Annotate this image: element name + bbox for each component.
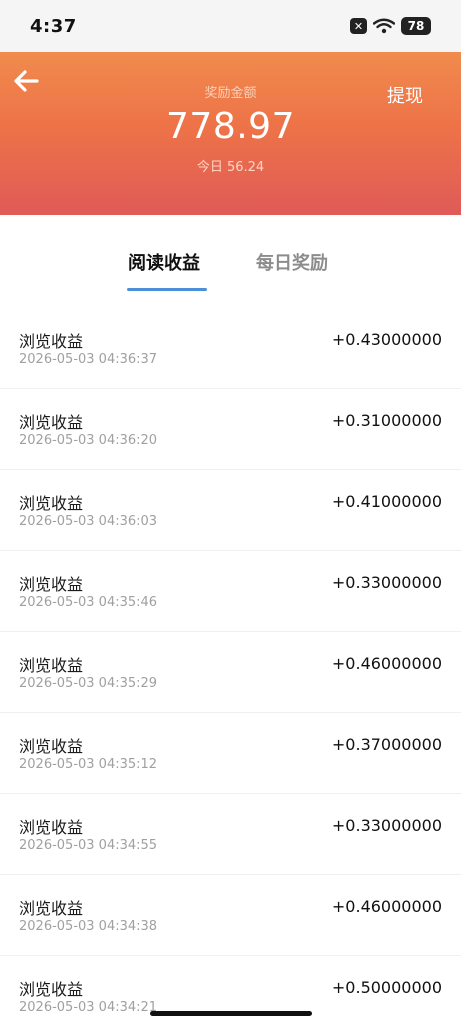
record-time: 2026-05-03 04:35:12 — [19, 757, 158, 772]
record-time: 2026-05-03 04:35:29 — [19, 676, 158, 691]
record-amount: +0.33000000 — [331, 573, 442, 592]
list-item: 浏览收益 2026-05-03 04:36:03 +0.41000000 — [0, 470, 461, 551]
list-item: 浏览收益 2026-05-03 04:34:38 +0.46000000 — [0, 875, 461, 956]
status-bar: 4:37 ✕ 78 — [0, 0, 461, 52]
record-time: 2026-05-03 04:34:21 — [19, 1000, 158, 1015]
record-amount: +0.31000000 — [331, 411, 442, 430]
list-item: 浏览收益 2026-05-03 04:34:55 +0.33000000 — [0, 794, 461, 875]
record-time: 2026-05-03 04:36:03 — [19, 514, 158, 529]
today-earnings: 今日 56.24 — [196, 160, 265, 175]
record-amount: +0.37000000 — [331, 735, 442, 754]
tab-daily-rewards[interactable]: 每日奖励 — [256, 249, 328, 275]
record-title: 浏览收益 — [19, 737, 84, 756]
active-tab-indicator — [127, 288, 207, 291]
status-time: 4:37 — [30, 15, 77, 37]
record-time: 2026-05-03 04:34:38 — [19, 919, 158, 934]
reward-amount: 778.97 — [166, 106, 295, 147]
reward-header: 提现 奖励金额 778.97 今日 56.24 — [0, 52, 461, 215]
record-amount: +0.50000000 — [331, 978, 442, 997]
record-amount: +0.46000000 — [331, 897, 442, 916]
list-item: 浏览收益 2026-05-03 04:35:29 +0.46000000 — [0, 632, 461, 713]
reward-label: 奖励金额 — [204, 86, 257, 101]
list-item: 浏览收益 2026-05-03 04:35:12 +0.37000000 — [0, 713, 461, 794]
record-title: 浏览收益 — [19, 413, 84, 432]
status-icons: ✕ 78 — [350, 17, 431, 35]
tab-reading-income[interactable]: 阅读收益 — [128, 249, 200, 275]
record-title: 浏览收益 — [19, 332, 84, 351]
income-list: 浏览收益 2026-05-03 04:36:37 +0.43000000 浏览收… — [0, 308, 461, 1024]
record-amount: +0.33000000 — [331, 816, 442, 835]
tab-bar: 阅读收益 每日奖励 — [0, 215, 461, 295]
record-title: 浏览收益 — [19, 575, 84, 594]
record-time: 2026-05-03 04:34:55 — [19, 838, 158, 853]
record-title: 浏览收益 — [19, 899, 84, 918]
record-title: 浏览收益 — [19, 656, 84, 675]
list-item: 浏览收益 2026-05-03 04:35:46 +0.33000000 — [0, 551, 461, 632]
list-item: 浏览收益 2026-05-03 04:36:20 +0.31000000 — [0, 389, 461, 470]
record-amount: +0.41000000 — [331, 492, 442, 511]
record-title: 浏览收益 — [19, 980, 84, 999]
home-indicator[interactable] — [150, 1011, 312, 1016]
record-time: 2026-05-03 04:35:46 — [19, 595, 158, 610]
record-amount: +0.46000000 — [331, 654, 442, 673]
record-amount: +0.43000000 — [331, 330, 442, 349]
record-time: 2026-05-03 04:36:20 — [19, 433, 158, 448]
battery-icon: 78 — [401, 17, 431, 35]
record-title: 浏览收益 — [19, 818, 84, 837]
record-title: 浏览收益 — [19, 494, 84, 513]
record-time: 2026-05-03 04:36:37 — [19, 352, 158, 367]
notification-x-icon: ✕ — [350, 18, 367, 34]
wifi-icon — [373, 18, 395, 34]
list-item: 浏览收益 2026-05-03 04:36:37 +0.43000000 — [0, 308, 461, 389]
